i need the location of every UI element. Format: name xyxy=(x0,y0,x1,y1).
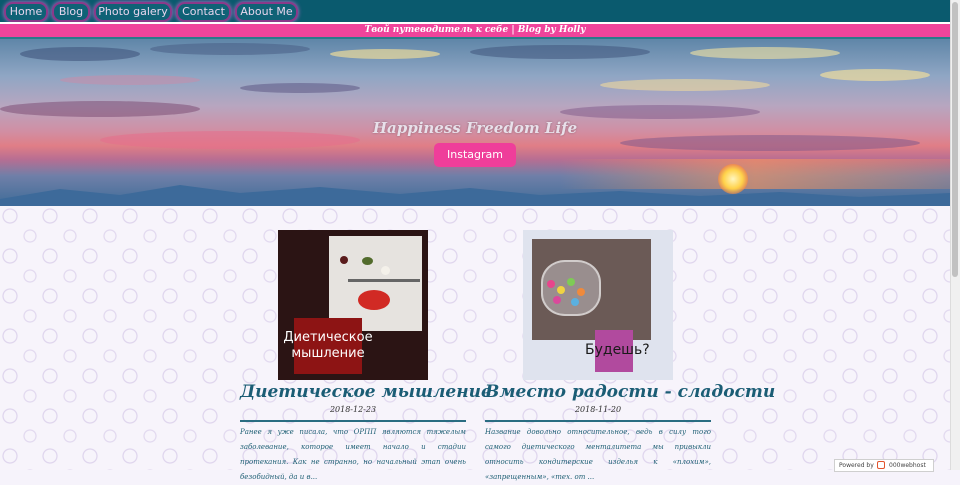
red-pepper xyxy=(358,290,390,310)
post-date: 2018-11-20 xyxy=(574,405,622,414)
scrollbar-thumb[interactable] xyxy=(952,2,958,277)
post-excerpt: Ранее я уже писала, что ОРПП являются тя… xyxy=(240,428,466,481)
nav-home[interactable]: Home xyxy=(4,2,48,22)
nav-contact[interactable]: Contact xyxy=(176,2,231,22)
photo-board xyxy=(329,236,422,331)
hero-cloud xyxy=(150,43,310,55)
candy xyxy=(577,288,585,296)
candy xyxy=(567,278,575,286)
hero-cloud xyxy=(240,83,360,93)
host-label: 000webhost xyxy=(889,462,926,469)
nav-photo-galery[interactable]: Photo galery xyxy=(94,2,172,22)
instagram-button[interactable]: Instagram xyxy=(434,143,516,167)
knife xyxy=(348,279,420,282)
post-title[interactable]: Вместо радости - сладости xyxy=(485,382,775,402)
post-excerpt: Название довольно относительное, ведь в … xyxy=(485,428,711,481)
candy-jar xyxy=(541,260,601,316)
powered-label: Powered by xyxy=(839,462,874,469)
powered-by-badge[interactable]: Powered by 000webhost xyxy=(834,459,934,472)
hero-cloud xyxy=(620,135,920,151)
top-nav: Home Blog Photo galery Contact About Me xyxy=(0,0,950,22)
candy xyxy=(571,298,579,306)
post-divider xyxy=(485,420,711,422)
hero-cloud xyxy=(470,45,650,59)
page-background xyxy=(0,206,950,470)
hero-banner: Happiness Freedom Life Instagram xyxy=(0,39,950,206)
post-divider xyxy=(240,420,466,422)
post-thumbnail[interactable]: Будешь? xyxy=(523,230,673,380)
candy xyxy=(553,296,561,304)
candy xyxy=(547,280,555,288)
thumb-caption: Диетическое мышление xyxy=(283,330,373,361)
thumb-caption: Будешь? xyxy=(585,342,650,358)
hero-cloud xyxy=(60,75,200,85)
hero-cloud xyxy=(20,47,140,61)
pepper-seeds xyxy=(340,256,348,264)
garlic xyxy=(381,266,390,275)
post-title[interactable]: Диетическое мышление xyxy=(240,382,492,402)
hero-cloud xyxy=(560,105,760,119)
host-logo-icon xyxy=(877,461,885,469)
tagline-bar: Твой путеводитель к себе | Blog by Holly xyxy=(0,24,950,37)
hero-cloud xyxy=(690,47,840,59)
bay-leaf xyxy=(362,257,373,265)
nav-about-me[interactable]: About Me xyxy=(235,2,298,22)
hero-cloud xyxy=(330,49,440,59)
hero-cloud xyxy=(600,79,770,91)
tagline-text: Твой путеводитель к себе | Blog by Holly xyxy=(364,25,586,35)
hero-cloud xyxy=(820,69,930,81)
post-date: 2018-12-23 xyxy=(329,405,377,414)
nav-blog[interactable]: Blog xyxy=(52,2,90,22)
post-thumbnail[interactable]: Диетическое мышление xyxy=(278,230,428,380)
candy xyxy=(557,286,565,294)
hero-cloud xyxy=(0,101,200,117)
hero-title: Happiness Freedom Life xyxy=(372,119,578,137)
mountain-silhouette xyxy=(0,185,950,206)
